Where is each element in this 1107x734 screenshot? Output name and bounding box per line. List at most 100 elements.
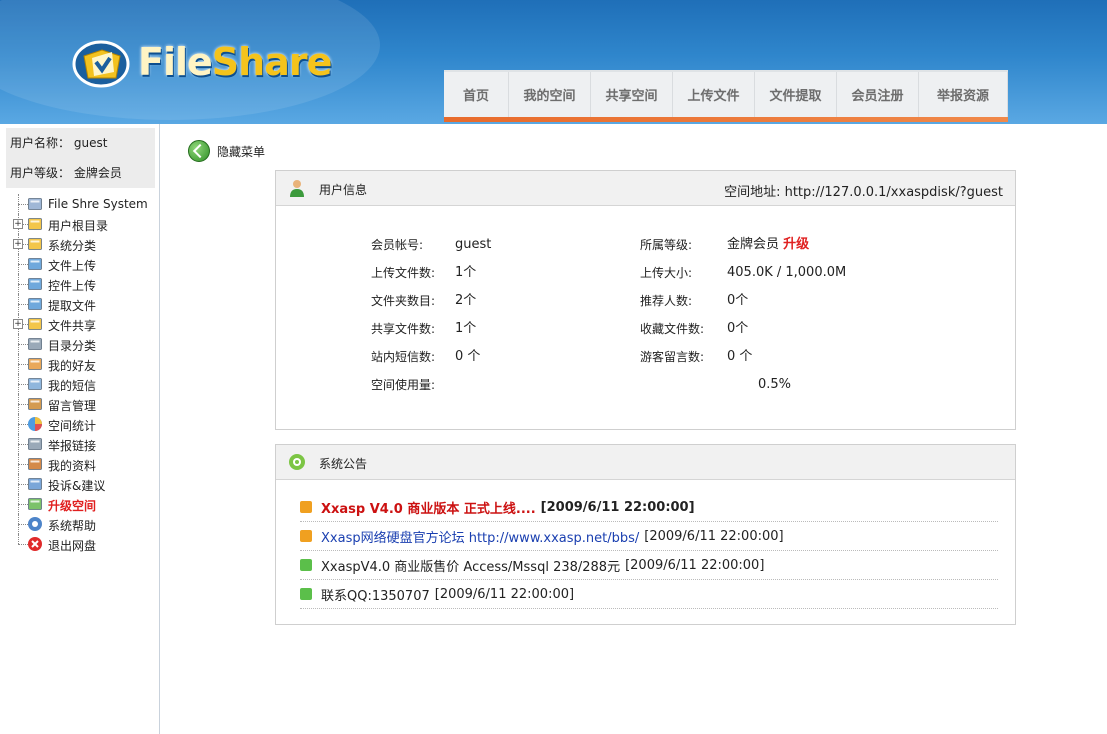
notice-link[interactable]: Xxasp V4.0 商业版本 正式上线.... bbox=[321, 498, 536, 517]
friends-icon bbox=[27, 356, 43, 372]
fileshare-logo[interactable]: FileShare bbox=[72, 32, 332, 92]
user-summary: 用户名称： guest 用户等级： 金牌会员 bbox=[6, 128, 155, 188]
notice-date: [2009/6/11 22:00:00] bbox=[644, 528, 784, 544]
notice-link[interactable]: 联系QQ:1350707 bbox=[321, 585, 430, 604]
tree-item-label: 提取文件 bbox=[48, 299, 97, 313]
tree-item-label: 系统帮助 bbox=[48, 519, 97, 533]
user-icon bbox=[290, 180, 304, 197]
info-row: 文件夹数目: 2个 推荐人数: 0个 bbox=[371, 291, 971, 311]
main-content: 隐藏菜单 用户信息 空间地址: http://127.0.0.1/xxaspdi… bbox=[160, 124, 1107, 734]
nav-item-7[interactable]: 举报资源 bbox=[919, 72, 1008, 117]
info-value: 0 个 bbox=[455, 349, 481, 364]
usage-label: 空间使用量: bbox=[371, 378, 436, 392]
notice-item[interactable]: 联系QQ:1350707 [2009/6/11 22:00:00] bbox=[300, 580, 998, 609]
user-info-title: 用户信息 bbox=[319, 183, 368, 197]
user-folder-icon bbox=[27, 216, 43, 232]
user-info-header: 用户信息 空间地址: http://127.0.0.1/xxaspdisk/?g… bbox=[276, 171, 1015, 206]
help-icon bbox=[27, 516, 43, 532]
sidebar: 用户名称： guest 用户等级： 金牌会员 File Shre System +… bbox=[0, 124, 160, 734]
info-label: 收藏文件数: bbox=[640, 322, 705, 336]
complaint-icon bbox=[27, 476, 43, 492]
notice-date: [2009/6/11 22:00:00] bbox=[540, 499, 695, 515]
level-value: 金牌会员 bbox=[73, 166, 122, 180]
tree-item-label: 空间统计 bbox=[48, 419, 97, 433]
tree-item-label: 我的短信 bbox=[48, 379, 97, 393]
nav-item-2[interactable]: 我的空间 bbox=[509, 72, 591, 117]
info-label: 上传大小: bbox=[640, 266, 693, 280]
notice-link[interactable]: Xxasp网络硬盘官方论坛 http://www.xxasp.net/bbs/ bbox=[321, 527, 639, 546]
user-info-panel: 用户信息 空间地址: http://127.0.0.1/xxaspdisk/?g… bbox=[275, 170, 1016, 430]
level-label: 用户等级： bbox=[10, 166, 71, 180]
tree-item-label: 我的资料 bbox=[48, 459, 97, 473]
info-value: 0个 bbox=[727, 321, 749, 336]
tree-item-label: 文件上传 bbox=[48, 259, 97, 273]
info-label: 所属等级: bbox=[640, 238, 693, 252]
profile-icon bbox=[27, 456, 43, 472]
username-label: 用户名称： bbox=[10, 136, 71, 150]
control-upload-icon bbox=[27, 276, 43, 292]
tree-item-label: 控件上传 bbox=[48, 279, 97, 293]
info-value: 0 个 bbox=[727, 349, 753, 364]
logo-text: FileShare bbox=[138, 40, 332, 84]
nav-item-3[interactable]: 共享空间 bbox=[591, 72, 673, 117]
upgrade-icon bbox=[27, 496, 43, 512]
info-label: 上传文件数: bbox=[371, 266, 436, 280]
nav-item-4[interactable]: 上传文件 bbox=[673, 72, 755, 117]
info-row: 会员帐号: guest 所属等级: 金牌会员 升级 bbox=[371, 235, 971, 255]
hide-menu-button[interactable]: 隐藏菜单 bbox=[188, 140, 265, 162]
nav-item-5[interactable]: 文件提取 bbox=[755, 72, 837, 117]
notice-item[interactable]: XxaspV4.0 商业版售价 Access/Mssql 238/288元 [20… bbox=[300, 551, 998, 580]
notice-item[interactable]: Xxasp网络硬盘官方论坛 http://www.xxasp.net/bbs/ [… bbox=[300, 522, 998, 551]
report-icon bbox=[27, 436, 43, 452]
gear-icon bbox=[289, 454, 305, 470]
info-label: 文件夹数目: bbox=[371, 294, 436, 308]
pie-chart-icon bbox=[27, 416, 43, 432]
tree-item-label: 系统分类 bbox=[48, 239, 97, 253]
space-address[interactable]: 空间地址: http://127.0.0.1/xxaspdisk/?guest bbox=[724, 181, 1003, 200]
notice-link[interactable]: XxaspV4.0 商业版售价 Access/Mssql 238/288元 bbox=[321, 556, 620, 575]
exit-icon bbox=[27, 536, 43, 552]
tree-item-label: 投诉&建议 bbox=[48, 479, 106, 493]
notice-panel: 系统公告 Xxasp V4.0 商业版本 正式上线.... [2009/6/11 … bbox=[275, 444, 1016, 625]
notice-date: [2009/6/11 22:00:00] bbox=[625, 557, 765, 573]
share-folder-icon bbox=[27, 316, 43, 332]
expand-icon[interactable]: + bbox=[13, 219, 23, 229]
tree-connector bbox=[18, 534, 19, 544]
info-row: 共享文件数: 1个 收藏文件数: 0个 bbox=[371, 319, 971, 339]
upgrade-link[interactable]: 升级 bbox=[783, 237, 809, 252]
tree-item-label: 升级空间 bbox=[48, 499, 97, 513]
info-value: 2个 bbox=[455, 293, 477, 308]
guestbook-icon bbox=[27, 396, 43, 412]
username-row: 用户名称： guest bbox=[6, 128, 155, 158]
notice-bullet-icon bbox=[300, 559, 312, 571]
info-value: 0个 bbox=[727, 293, 749, 308]
info-row: 站内短信数: 0 个 游客留言数: 0 个 bbox=[371, 347, 971, 367]
expand-icon[interactable]: + bbox=[13, 239, 23, 249]
level-row: 用户等级： 金牌会员 bbox=[6, 158, 155, 188]
category-icon bbox=[27, 236, 43, 252]
message-icon bbox=[27, 376, 43, 392]
info-value: 金牌会员 bbox=[727, 237, 780, 252]
notice-bullet-icon bbox=[300, 588, 312, 600]
info-label: 站内短信数: bbox=[371, 350, 436, 364]
tree-item-label: 我的好友 bbox=[48, 359, 97, 373]
notice-bullet-icon bbox=[300, 530, 312, 542]
notice-date: [2009/6/11 22:00:00] bbox=[434, 586, 575, 602]
level-value-group: 金牌会员 升级 bbox=[727, 235, 809, 255]
info-label: 会员帐号: bbox=[371, 238, 424, 252]
tree-item-label: 用户根目录 bbox=[48, 219, 109, 233]
directory-icon bbox=[27, 336, 43, 352]
info-label: 推荐人数: bbox=[640, 294, 693, 308]
nav-item-1[interactable]: 首页 bbox=[444, 72, 509, 117]
username-value: guest bbox=[73, 136, 108, 150]
tree-item-label: 退出网盘 bbox=[48, 539, 97, 553]
tree-item-label: 文件共享 bbox=[48, 319, 97, 333]
info-label: 游客留言数: bbox=[640, 350, 705, 364]
tree-item-label: 留言管理 bbox=[48, 399, 97, 413]
logo-folder-icon bbox=[72, 36, 130, 88]
notice-item[interactable]: Xxasp V4.0 商业版本 正式上线.... [2009/6/11 22:00… bbox=[300, 493, 998, 522]
expand-icon[interactable]: + bbox=[13, 319, 23, 329]
computer-icon bbox=[27, 196, 43, 212]
main-nav: 首页 我的空间 共享空间 上传文件 文件提取 会员注册 举报资源 bbox=[444, 70, 1008, 122]
nav-item-6[interactable]: 会员注册 bbox=[837, 72, 919, 117]
